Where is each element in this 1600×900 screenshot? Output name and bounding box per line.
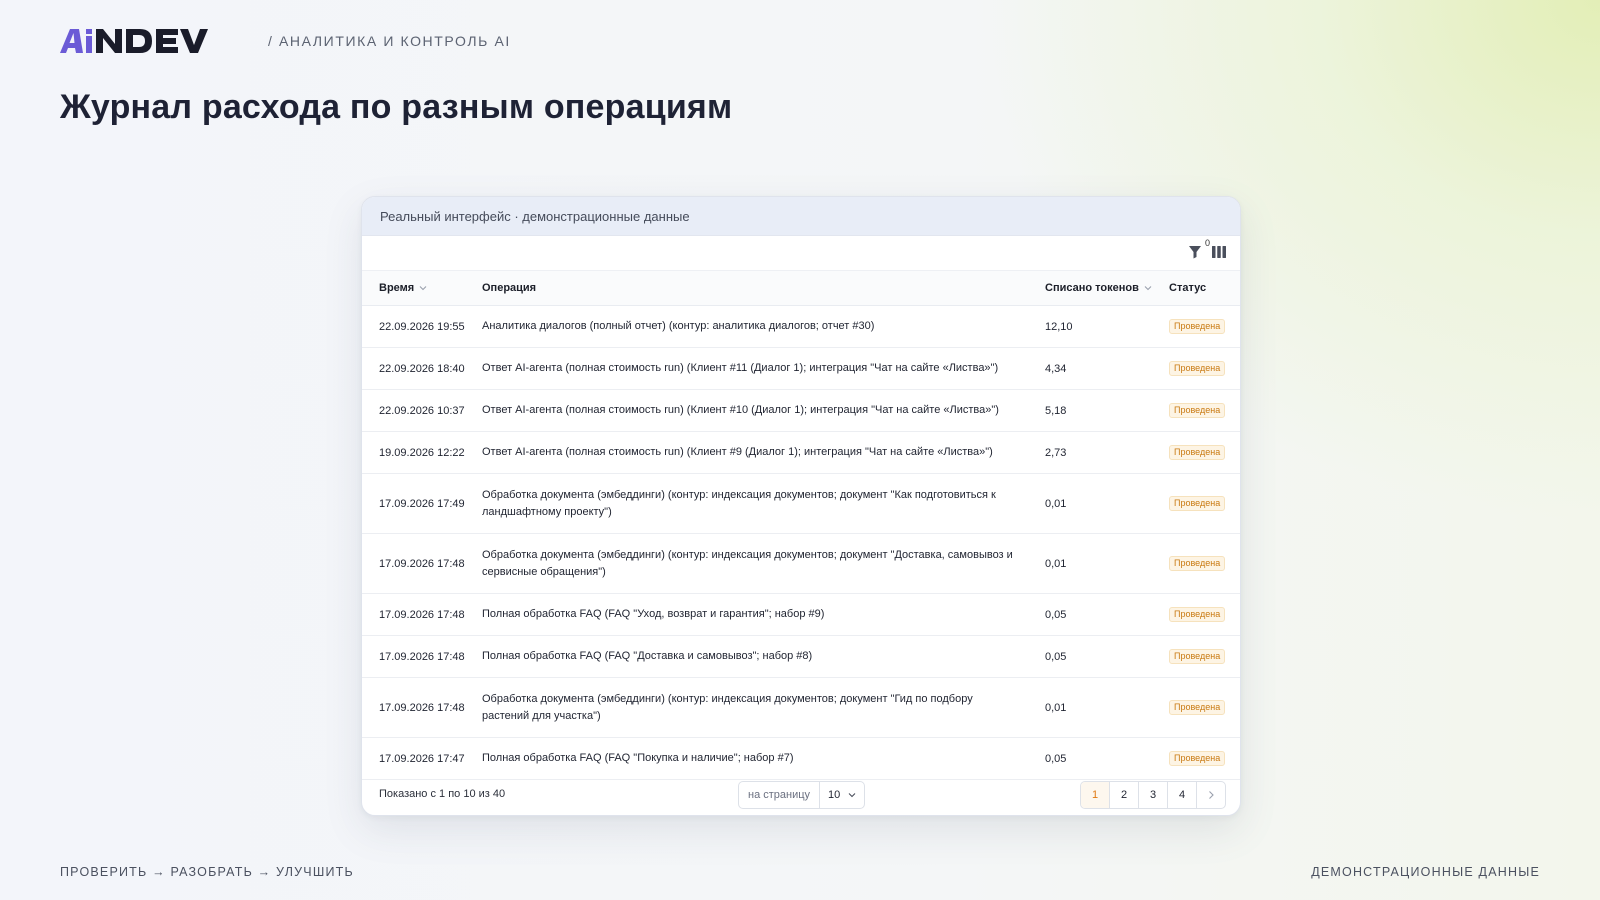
- cell-tokens: 4,34: [1045, 362, 1067, 375]
- table-row[interactable]: 17.09.2026 17:49 Обработка документа (эм…: [362, 474, 1240, 534]
- cell-time: 19.09.2026 12:22: [379, 446, 465, 459]
- next-page-button[interactable]: [1197, 782, 1225, 808]
- page-button-1[interactable]: 1: [1081, 782, 1110, 808]
- cell-tokens: 12,10: [1045, 320, 1073, 333]
- sort-chevron-icon: [1144, 286, 1152, 291]
- cell-status: Проведена: [1169, 678, 1226, 737]
- table-header: Время Операция Списано токенов Статус: [362, 270, 1240, 306]
- cell-tokens: 0,01: [1045, 701, 1067, 714]
- status-badge: Проведена: [1169, 445, 1226, 460]
- column-header-time-label: Время: [379, 282, 415, 294]
- filter-icon[interactable]: [1188, 245, 1204, 261]
- column-header-tokens[interactable]: Списано токенов: [1045, 271, 1152, 305]
- column-header-tokens-label: Списано токенов: [1045, 282, 1139, 294]
- cell-status: Проведена: [1169, 636, 1226, 677]
- cell-time: 22.09.2026 10:37: [379, 404, 465, 417]
- filter-count-badge: 0: [1204, 238, 1210, 248]
- breadcrumb: / АНАЛИТИКА И КОНТРОЛЬ AI: [268, 33, 511, 49]
- table-row[interactable]: 22.09.2026 18:40 Ответ AI-агента (полная…: [362, 348, 1240, 390]
- cell-status: Проведена: [1169, 348, 1226, 389]
- cell-tokens: 0,01: [1045, 497, 1067, 510]
- cell-status: Проведена: [1169, 432, 1226, 473]
- page-button-2[interactable]: 2: [1110, 782, 1139, 808]
- table-row[interactable]: 17.09.2026 17:48 Полная обработка FAQ (F…: [362, 636, 1240, 678]
- footer-demo-label: ДЕМОНСТРАЦИОННЫЕ ДАННЫЕ: [1311, 865, 1540, 879]
- per-page-label: на страницу: [739, 782, 821, 808]
- cell-time: 17.09.2026 17:48: [379, 701, 465, 714]
- cell-tokens: 0,05: [1045, 650, 1067, 663]
- table-card: Реальный интерфейс · демонстрационные да…: [361, 196, 1241, 816]
- column-header-status: Статус: [1169, 271, 1206, 305]
- status-badge: Проведена: [1169, 403, 1226, 418]
- cell-operation: Обработка документа (эмбеддинги) (контур…: [482, 548, 1013, 578]
- status-badge: Проведена: [1169, 700, 1226, 715]
- cell-status: Проведена: [1169, 594, 1226, 635]
- status-badge: Проведена: [1169, 556, 1226, 571]
- cell-status: Проведена: [1169, 474, 1226, 533]
- brand-logo: [60, 29, 208, 53]
- column-header-time[interactable]: Время: [379, 271, 427, 305]
- table-row[interactable]: 17.09.2026 17:48 Обработка документа (эм…: [362, 678, 1240, 738]
- chevron-down-icon: [848, 793, 856, 798]
- cell-tokens: 0,01: [1045, 557, 1067, 570]
- table-toolbar: 0: [362, 236, 1240, 270]
- sort-chevron-icon: [419, 286, 427, 291]
- cell-time: 22.09.2026 19:55: [379, 320, 465, 333]
- page-title: Журнал расхода по разным операциям: [60, 88, 733, 126]
- cell-operation: Полная обработка FAQ (FAQ "Уход, возврат…: [482, 608, 825, 620]
- status-badge: Проведена: [1169, 649, 1226, 664]
- pagination-bar: Показано с 1 по 10 из 40 на страницу 10 …: [362, 773, 1240, 815]
- table-body: 22.09.2026 19:55 Аналитика диалогов (пол…: [362, 306, 1240, 780]
- table-row[interactable]: 22.09.2026 19:55 Аналитика диалогов (пол…: [362, 306, 1240, 348]
- cell-operation: Аналитика диалогов (полный отчет) (конту…: [482, 320, 875, 332]
- column-header-status-label: Статус: [1169, 282, 1207, 294]
- cell-time: 17.09.2026 17:48: [379, 557, 465, 570]
- cell-operation: Ответ AI-агента (полная стоимость run) (…: [482, 404, 999, 416]
- columns-icon[interactable]: [1212, 246, 1226, 260]
- status-badge: Проведена: [1169, 751, 1226, 766]
- pager: 1 2 3 4: [1080, 781, 1226, 809]
- shown-count: Показано с 1 по 10 из 40: [379, 788, 506, 800]
- cell-time: 17.09.2026 17:48: [379, 608, 465, 621]
- footer-tagline: ПРОВЕРИТЬ → РАЗОБРАТЬ → УЛУЧШИТЬ: [60, 865, 354, 879]
- cell-operation: Обработка документа (эмбеддинги) (контур…: [482, 488, 996, 518]
- cell-status: Проведена: [1169, 306, 1226, 347]
- cell-tokens: 0,05: [1045, 608, 1067, 621]
- cell-time: 17.09.2026 17:49: [379, 497, 465, 510]
- chevron-right-icon: [1209, 791, 1214, 799]
- cell-status: Проведена: [1169, 390, 1226, 431]
- cell-tokens: 2,73: [1045, 446, 1067, 459]
- table-row[interactable]: 19.09.2026 12:22 Ответ AI-агента (полная…: [362, 432, 1240, 474]
- per-page-select[interactable]: 10: [820, 782, 864, 808]
- status-badge: Проведена: [1169, 607, 1226, 622]
- cell-operation: Ответ AI-агента (полная стоимость run) (…: [482, 362, 999, 374]
- cell-operation: Обработка документа (эмбеддинги) (контур…: [482, 692, 973, 722]
- cell-time: 17.09.2026 17:48: [379, 650, 465, 663]
- per-page-control: на страницу 10: [738, 781, 866, 809]
- per-page-value: 10: [828, 789, 841, 801]
- table-row[interactable]: 22.09.2026 10:37 Ответ AI-агента (полная…: [362, 390, 1240, 432]
- status-badge: Проведена: [1169, 319, 1226, 334]
- page-button-3[interactable]: 3: [1139, 782, 1168, 808]
- cell-tokens: 5,18: [1045, 404, 1067, 417]
- header: / АНАЛИТИКА И КОНТРОЛЬ AI: [60, 28, 511, 54]
- page-button-4[interactable]: 4: [1168, 782, 1197, 808]
- cell-time: 22.09.2026 18:40: [379, 362, 465, 375]
- cell-status: Проведена: [1169, 534, 1226, 593]
- card-banner: Реальный интерфейс · демонстрационные да…: [362, 197, 1240, 236]
- column-header-operation: Операция: [482, 271, 536, 305]
- cell-operation: Ответ AI-агента (полная стоимость run) (…: [482, 446, 993, 458]
- status-badge: Проведена: [1169, 496, 1226, 511]
- cell-operation: Полная обработка FAQ (FAQ "Доставка и са…: [482, 650, 813, 662]
- status-badge: Проведена: [1169, 361, 1226, 376]
- table-row[interactable]: 17.09.2026 17:48 Обработка документа (эм…: [362, 534, 1240, 594]
- table-row[interactable]: 17.09.2026 17:48 Полная обработка FAQ (F…: [362, 594, 1240, 636]
- column-header-operation-label: Операция: [482, 282, 537, 294]
